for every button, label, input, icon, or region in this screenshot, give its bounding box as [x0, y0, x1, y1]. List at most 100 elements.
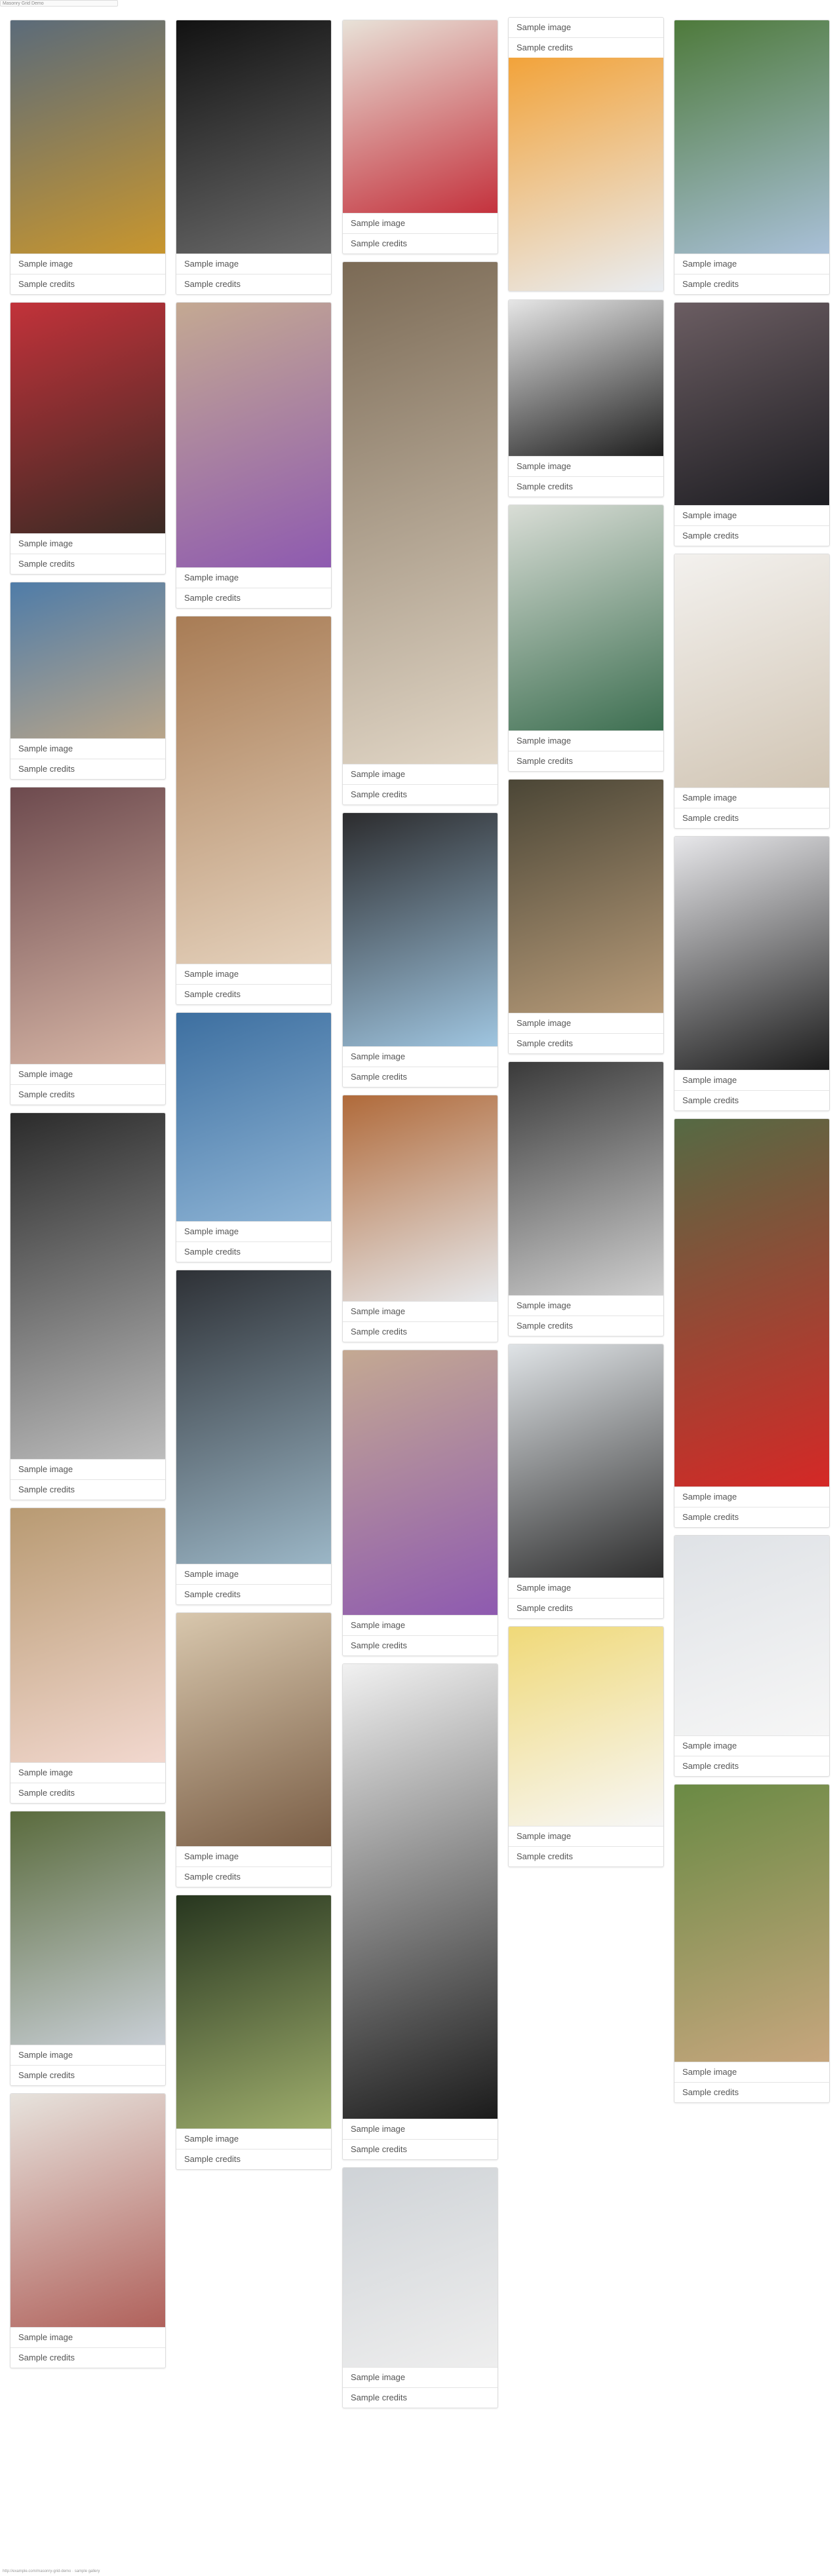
card-credits: Sample credits	[10, 554, 165, 574]
gallery-card[interactable]: Sample image Sample credits	[508, 504, 664, 772]
gallery-card[interactable]: Sample image Sample credits	[674, 302, 830, 546]
card-title: Sample image	[674, 1070, 829, 1090]
gallery-card[interactable]: Sample image Sample credits	[674, 554, 830, 829]
card-credits: Sample credits	[176, 588, 331, 608]
gallery-card[interactable]: Sample image Sample credits	[342, 812, 498, 1088]
gallery-card[interactable]: Sample image Sample credits	[10, 2093, 166, 2368]
gallery-card[interactable]: Sample image Sample credits	[176, 1270, 332, 1605]
card-title: Sample image	[176, 1221, 331, 1241]
card-credits: Sample credits	[176, 1866, 331, 1887]
card-photo[interactable]	[10, 787, 165, 1064]
card-photo[interactable]	[176, 1270, 331, 1564]
card-photo[interactable]	[176, 616, 331, 964]
card-photo[interactable]	[176, 1895, 331, 2129]
gallery-card[interactable]: Sample image Sample credits	[10, 1811, 166, 2086]
gallery-card[interactable]: Sample image Sample credits	[342, 20, 498, 254]
gallery-card[interactable]: Sample image Sample credits	[10, 787, 166, 1105]
gallery-card[interactable]: Sample image Sample credits	[176, 302, 332, 609]
card-photo[interactable]	[176, 1613, 331, 1846]
gallery-card[interactable]: Sample image Sample credits	[10, 302, 166, 575]
card-credits: Sample credits	[674, 525, 829, 546]
card-photo[interactable]	[509, 505, 663, 730]
card-credits: Sample credits	[343, 1635, 498, 1656]
card-credits: Sample credits	[674, 1756, 829, 1776]
card-photo[interactable]	[674, 303, 829, 505]
gallery-card[interactable]: Sample image Sample credits	[10, 20, 166, 295]
gallery-card[interactable]: Sample image Sample credits	[342, 1663, 498, 2160]
card-photo[interactable]	[509, 1344, 663, 1578]
gallery-card[interactable]: Sample image Sample credits	[674, 1535, 830, 1777]
card-credits: Sample credits	[10, 2065, 165, 2085]
card-credits: Sample credits	[343, 1321, 498, 1342]
card-credits: Sample credits	[509, 37, 663, 58]
gallery-card[interactable]: Sample image Sample credits	[508, 17, 664, 292]
card-photo[interactable]	[343, 2168, 498, 2367]
card-photo[interactable]	[176, 20, 331, 254]
gallery-card[interactable]: Sample image Sample credits	[10, 1112, 166, 1500]
card-photo[interactable]	[509, 1062, 663, 1295]
gallery-card[interactable]: Sample image Sample credits	[176, 1012, 332, 1262]
card-photo[interactable]	[674, 554, 829, 787]
card-photo[interactable]	[10, 582, 165, 738]
card-credits: Sample credits	[176, 274, 331, 294]
card-photo[interactable]	[674, 1536, 829, 1735]
card-photo[interactable]	[10, 1811, 165, 2045]
card-photo[interactable]	[674, 837, 829, 1070]
card-photo[interactable]	[343, 262, 498, 764]
card-photo[interactable]	[343, 813, 498, 1046]
card-photo[interactable]	[509, 58, 663, 291]
card-title: Sample image	[176, 1564, 331, 1584]
gallery-card[interactable]: Sample image Sample credits	[176, 1612, 332, 1887]
card-title: Sample image	[674, 1487, 829, 1507]
card-title: Sample image	[10, 2327, 165, 2347]
card-photo[interactable]	[10, 20, 165, 254]
card-title: Sample image	[509, 1295, 663, 1316]
gallery-card[interactable]: Sample image Sample credits	[508, 1626, 664, 1867]
card-photo[interactable]	[509, 780, 663, 1013]
card-title: Sample image	[343, 2119, 498, 2139]
card-title: Sample image	[10, 738, 165, 759]
gallery-card[interactable]: Sample image Sample credits	[674, 836, 830, 1111]
card-photo[interactable]	[176, 303, 331, 567]
card-photo[interactable]	[176, 1013, 331, 1221]
card-credits: Sample credits	[10, 1084, 165, 1105]
gallery-card[interactable]: Sample image Sample credits	[10, 1507, 166, 1804]
card-credits: Sample credits	[176, 1241, 331, 1262]
gallery-card[interactable]: Sample image Sample credits	[508, 1061, 664, 1336]
gallery-card[interactable]: Sample image Sample credits	[342, 1350, 498, 1656]
card-photo[interactable]	[674, 20, 829, 254]
gallery-card[interactable]: Sample image Sample credits	[176, 1895, 332, 2170]
card-credits: Sample credits	[176, 1584, 331, 1604]
card-photo[interactable]	[343, 1350, 498, 1615]
card-photo[interactable]	[674, 1119, 829, 1487]
card-credits: Sample credits	[10, 2347, 165, 2368]
card-photo[interactable]	[10, 1508, 165, 1762]
card-photo[interactable]	[509, 1627, 663, 1826]
card-photo[interactable]	[343, 20, 498, 213]
gallery-card[interactable]: Sample image Sample credits	[176, 616, 332, 1005]
gallery-card[interactable]: Sample image Sample credits	[508, 779, 664, 1054]
card-photo[interactable]	[10, 2094, 165, 2327]
gallery-card[interactable]: Sample image Sample credits	[674, 20, 830, 295]
gallery-card[interactable]: Sample image Sample credits	[342, 2167, 498, 2408]
card-title: Sample image	[343, 1615, 498, 1635]
gallery-card[interactable]: Sample image Sample credits	[508, 299, 664, 497]
gallery-card[interactable]: Sample image Sample credits	[10, 582, 166, 780]
card-credits: Sample credits	[10, 1783, 165, 1803]
gallery-card[interactable]: Sample image Sample credits	[674, 1784, 830, 2103]
card-photo[interactable]	[674, 1785, 829, 2062]
card-photo[interactable]	[10, 303, 165, 533]
card-credits: Sample credits	[509, 751, 663, 771]
gallery-card[interactable]: Sample image Sample credits	[176, 20, 332, 295]
card-title: Sample image	[674, 2062, 829, 2082]
card-photo[interactable]	[509, 300, 663, 456]
gallery-card[interactable]: Sample image Sample credits	[342, 1095, 498, 1342]
card-credits: Sample credits	[10, 759, 165, 779]
card-photo[interactable]	[343, 1095, 498, 1301]
card-photo[interactable]	[10, 1113, 165, 1459]
gallery-card[interactable]: Sample image Sample credits	[674, 1118, 830, 1528]
gallery-card[interactable]: Sample image Sample credits	[342, 261, 498, 805]
card-credits: Sample credits	[674, 274, 829, 294]
card-photo[interactable]	[343, 1664, 498, 2119]
gallery-card[interactable]: Sample image Sample credits	[508, 1344, 664, 1619]
